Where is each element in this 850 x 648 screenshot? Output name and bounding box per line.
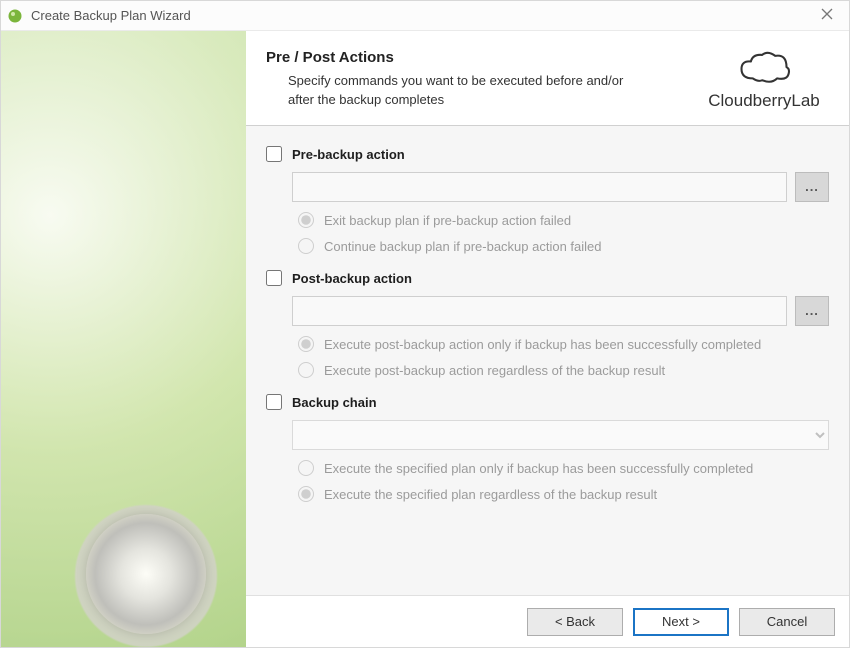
pre-backup-command-input[interactable] [292, 172, 787, 202]
brand-block: CloudberryLab [699, 49, 829, 111]
post-backup-label[interactable]: Post-backup action [292, 271, 412, 286]
post-only-success-label: Execute post-backup action only if backu… [324, 337, 761, 352]
post-backup-browse-button[interactable]: ... [795, 296, 829, 326]
backup-chain-select[interactable] [292, 420, 829, 450]
next-button[interactable]: Next > [633, 608, 729, 636]
wizard-window: Create Backup Plan Wizard Pre / Post Act… [0, 0, 850, 648]
chain-regardless-radio[interactable] [298, 486, 314, 502]
brand-label: CloudberryLab [708, 91, 820, 111]
post-backup-row: Post-backup action [266, 270, 829, 286]
pre-continue-label: Continue backup plan if pre-backup actio… [324, 239, 602, 254]
chain-only-success-label: Execute the specified plan only if backu… [324, 461, 753, 476]
pre-backup-row: Pre-backup action [266, 146, 829, 162]
post-only-success-radio[interactable] [298, 336, 314, 352]
chain-regardless-label: Execute the specified plan regardless of… [324, 487, 657, 502]
pre-exit-label: Exit backup plan if pre-backup action fa… [324, 213, 571, 228]
post-regardless-radio[interactable] [298, 362, 314, 378]
page-header: Pre / Post Actions Specify commands you … [246, 31, 849, 126]
page-description: Specify commands you want to be executed… [266, 72, 646, 110]
pre-backup-label[interactable]: Pre-backup action [292, 147, 405, 162]
chain-only-success-radio[interactable] [298, 460, 314, 476]
close-icon[interactable] [811, 2, 843, 30]
page-title: Pre / Post Actions [266, 49, 679, 66]
wizard-footer: < Back Next > Cancel [246, 595, 849, 647]
cloud-icon [734, 49, 794, 89]
backup-chain-label[interactable]: Backup chain [292, 395, 377, 410]
back-button[interactable]: < Back [527, 608, 623, 636]
titlebar: Create Backup Plan Wizard [1, 1, 849, 31]
post-backup-command-input[interactable] [292, 296, 787, 326]
post-regardless-label: Execute post-backup action regardless of… [324, 363, 665, 378]
pre-backup-browse-button[interactable]: ... [795, 172, 829, 202]
sidebar-artwork [1, 31, 246, 647]
pre-continue-radio[interactable] [298, 238, 314, 254]
backup-chain-row: Backup chain [266, 394, 829, 410]
pre-exit-radio[interactable] [298, 212, 314, 228]
backup-chain-checkbox[interactable] [266, 394, 282, 410]
post-backup-checkbox[interactable] [266, 270, 282, 286]
window-title: Create Backup Plan Wizard [31, 8, 811, 23]
form-area: Pre-backup action ... Exit backup plan i… [246, 126, 849, 595]
app-icon [7, 8, 23, 24]
cancel-button[interactable]: Cancel [739, 608, 835, 636]
pre-backup-checkbox[interactable] [266, 146, 282, 162]
